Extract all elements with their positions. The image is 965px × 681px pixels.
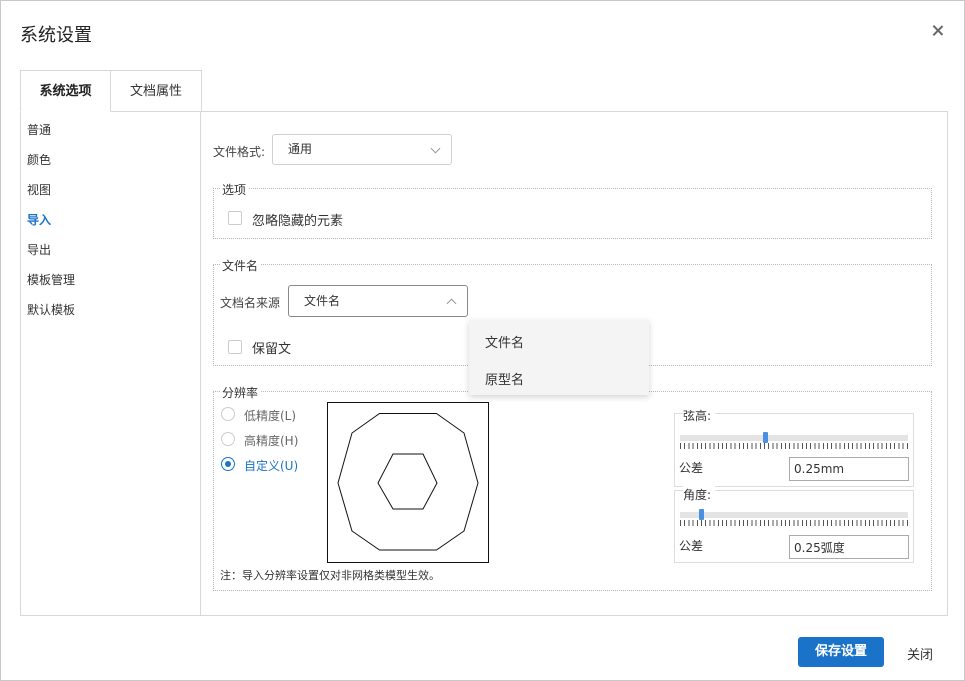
keep-filename-label: 保留文 [252, 342, 292, 357]
angle-slider-thumb[interactable] [699, 509, 704, 520]
radio-low-precision[interactable] [221, 407, 235, 421]
inner-hexagon [377, 453, 438, 510]
chord-height-legend: 弦高: [683, 407, 716, 424]
options-legend: 选项 [220, 181, 249, 198]
ignore-hidden-label: 忽略隐藏的元素 [252, 214, 344, 229]
chord-height-slider-thumb[interactable] [763, 432, 768, 443]
sidebar-item-export[interactable]: 导出 [27, 241, 51, 258]
dialog-title: 系统设置 [20, 25, 92, 46]
sidebar: 普通 颜色 视图 导入 导出 模板管理 默认模板 [21, 112, 201, 615]
close-button[interactable]: 关闭 [907, 644, 933, 663]
angle-tolerance-input[interactable] [789, 535, 909, 559]
outer-decagon [337, 413, 479, 551]
resolution-preview [327, 402, 489, 563]
radio-custom-label: 自定义(U) [244, 459, 299, 473]
sidebar-item-view[interactable]: 视图 [27, 181, 51, 198]
chord-height-slider-ticks [680, 443, 908, 449]
radio-high-precision[interactable] [221, 432, 235, 446]
file-format-value: 通用 [288, 142, 313, 156]
filename-source-dropdown: 文件名 原型名 [469, 320, 649, 395]
save-settings-button[interactable]: 保存设置 [798, 637, 884, 667]
angle-slider-ticks [680, 520, 908, 526]
tab-bar: 系统选项 文档属性 [20, 70, 202, 112]
settings-panel: 普通 颜色 视图 导入 导出 模板管理 默认模板 文件格式: 通用 选项 忽略隐… [20, 111, 948, 616]
radio-low-precision-label: 低精度(L) [244, 409, 297, 423]
polygon-preview-graphic [337, 413, 479, 551]
angle-slider-track[interactable] [680, 512, 908, 518]
file-format-label: 文件格式: [213, 145, 266, 159]
dropdown-option-filename[interactable]: 文件名 [485, 332, 524, 351]
filename-source-label: 文档名来源 [220, 296, 281, 310]
chord-height-tolerance-label: 公差 [679, 461, 704, 475]
sidebar-item-general[interactable]: 普通 [27, 121, 51, 138]
system-settings-dialog: 系统设置 系统选项 文档属性 普通 颜色 视图 导入 导出 模板管理 默认模板 … [0, 0, 965, 681]
close-icon[interactable] [930, 23, 946, 39]
angle-box: 角度: 公差 [674, 486, 914, 563]
chevron-down-icon [430, 143, 441, 154]
radio-high-precision-label: 高精度(H) [244, 434, 299, 448]
sidebar-item-color[interactable]: 颜色 [27, 151, 51, 168]
import-settings-content: 文件格式: 通用 选项 忽略隐藏的元素 文件名 文档名来源 文件名 保留文 文件… [202, 112, 947, 615]
angle-tolerance-label: 公差 [679, 539, 704, 553]
tab-document-properties[interactable]: 文档属性 [111, 70, 202, 112]
chord-height-tolerance-input[interactable] [789, 457, 909, 481]
angle-legend: 角度: [683, 486, 716, 503]
chord-height-slider-track[interactable] [680, 435, 908, 441]
sidebar-item-template-management[interactable]: 模板管理 [27, 271, 75, 288]
sidebar-item-import[interactable]: 导入 [27, 211, 51, 228]
options-group: 选项 忽略隐藏的元素 [213, 181, 932, 239]
sidebar-item-default-template[interactable]: 默认模板 [27, 301, 75, 318]
chevron-up-icon [446, 298, 457, 309]
chord-height-box: 弦高: 公差 [674, 407, 914, 487]
filename-source-value: 文件名 [304, 294, 341, 308]
dropdown-option-prototype-name[interactable]: 原型名 [485, 369, 524, 388]
keep-filename-checkbox[interactable] [228, 340, 242, 354]
filename-source-select[interactable]: 文件名 [288, 285, 468, 317]
filename-legend: 文件名 [220, 257, 261, 274]
resolution-legend: 分辨率 [220, 384, 261, 401]
resolution-note: 注：导入分辨率设置仅对非网格类模型生效。 [220, 569, 440, 582]
ignore-hidden-checkbox[interactable] [228, 211, 242, 225]
file-format-select[interactable]: 通用 [272, 134, 452, 165]
tab-system-options[interactable]: 系统选项 [20, 70, 111, 112]
radio-custom[interactable] [221, 457, 235, 471]
